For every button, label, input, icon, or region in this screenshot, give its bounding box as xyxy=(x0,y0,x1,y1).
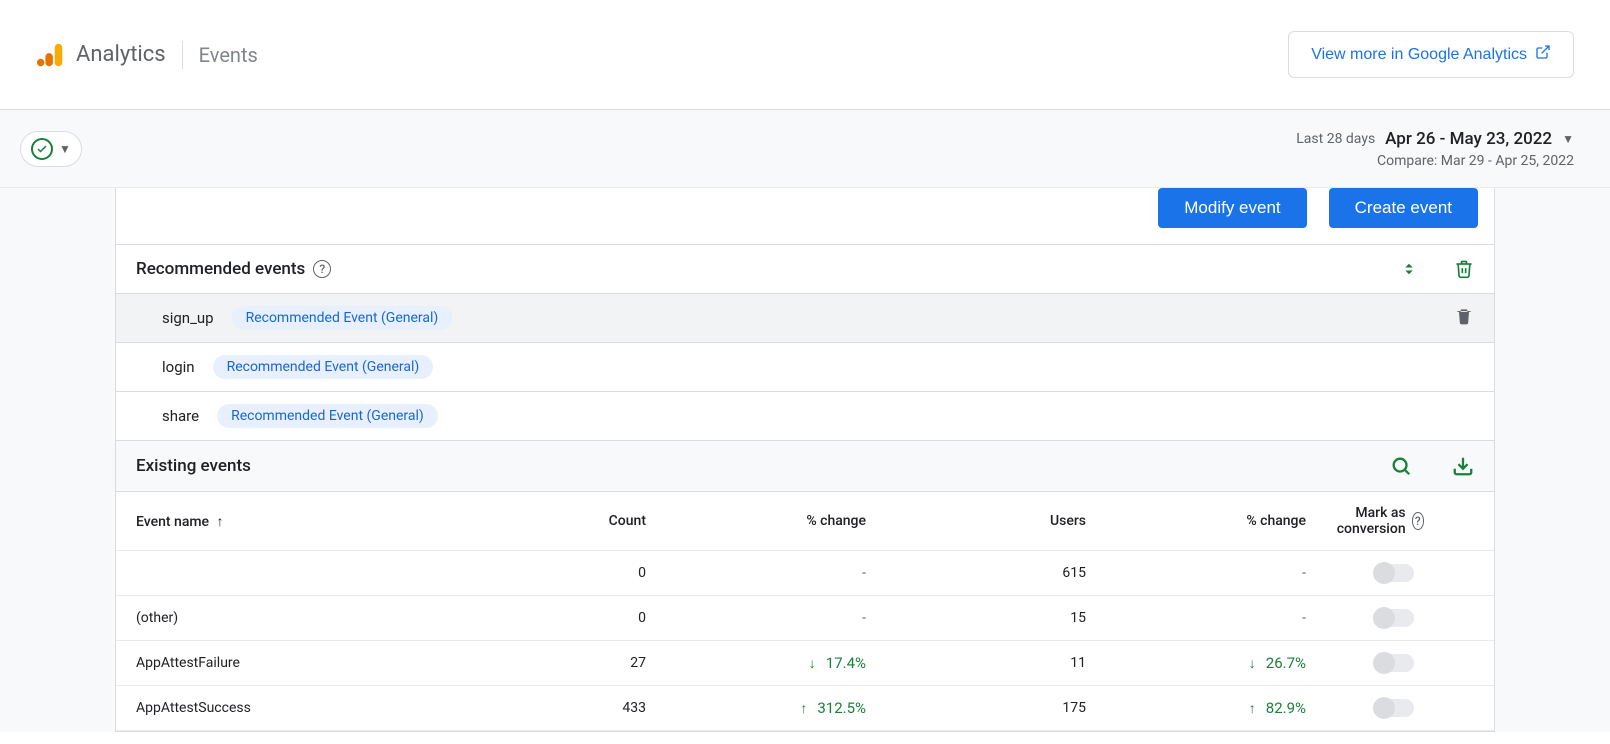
cell-conversion-toggle xyxy=(1326,564,1474,582)
cell-users: 15 xyxy=(886,610,1106,626)
cell-event-name: (other) xyxy=(136,610,546,626)
recommended-events-title: Recommended events xyxy=(136,259,305,279)
cell-users-change: - xyxy=(1106,610,1326,626)
arrow-up-icon xyxy=(800,700,807,717)
recommended-name: share xyxy=(162,407,199,425)
cell-users: 615 xyxy=(886,565,1106,581)
date-range-block[interactable]: Last 28 days Apr 26 - May 23, 2022 ▼ Com… xyxy=(1296,129,1590,169)
help-icon[interactable]: ? xyxy=(1412,512,1424,530)
existing-events-title: Existing events xyxy=(136,456,251,476)
arrow-down-icon xyxy=(1249,655,1256,672)
table-row[interactable]: 0-615- xyxy=(116,551,1494,596)
recommended-chip: Recommended Event (General) xyxy=(213,355,434,379)
col-header-conversion: Mark as conversion ? xyxy=(1326,505,1474,537)
analytics-logo-icon xyxy=(36,40,66,70)
table-header-row: Event name ↑ Count % change Users % chan… xyxy=(116,492,1494,551)
arrow-down-icon xyxy=(809,655,816,672)
cell-count: 0 xyxy=(546,565,666,581)
trash-icon[interactable] xyxy=(1454,259,1474,279)
view-more-label: View more in Google Analytics xyxy=(1311,46,1527,64)
pct-value: 82.9% xyxy=(1266,699,1306,717)
cell-users-change: 82.9% xyxy=(1106,699,1326,717)
col-header-name[interactable]: Event name ↑ xyxy=(136,513,546,530)
recommended-row-share[interactable]: share Recommended Event (General) xyxy=(116,392,1494,441)
brand-text: Analytics xyxy=(76,42,166,67)
date-range-value: Apr 26 - May 23, 2022 xyxy=(1385,129,1552,149)
recommended-chip: Recommended Event (General) xyxy=(217,404,438,428)
cell-count-change: 312.5% xyxy=(666,699,886,717)
header-divider xyxy=(182,41,183,69)
cell-conversion-toggle xyxy=(1326,609,1474,627)
header-left: Analytics Events xyxy=(36,40,258,70)
recommended-row-signup[interactable]: sign_up Recommended Event (General) xyxy=(116,294,1494,343)
pct-value: 26.7% xyxy=(1266,654,1306,672)
recommended-row-login[interactable]: login Recommended Event (General) xyxy=(116,343,1494,392)
date-range-label: Last 28 days xyxy=(1296,131,1375,147)
cell-count-change: - xyxy=(666,565,886,581)
col-header-uchange[interactable]: % change xyxy=(1106,513,1326,529)
cell-users-change: - xyxy=(1106,565,1326,581)
check-circle-icon xyxy=(31,138,53,160)
col-header-count[interactable]: Count xyxy=(546,513,666,529)
table-row[interactable]: AppAttestSuccess433 312.5% 175 82.9% xyxy=(116,686,1494,731)
table-row[interactable]: AppAttestFailure27 17.4% 11 26.7% xyxy=(116,641,1494,686)
help-icon[interactable]: ? xyxy=(313,260,331,278)
cell-event-name: AppAttestFailure xyxy=(136,655,546,671)
view-more-button[interactable]: View more in Google Analytics xyxy=(1288,31,1574,78)
cell-count: 433 xyxy=(546,700,666,716)
content-area: Modify event Create event Recommended ev… xyxy=(0,188,1610,732)
action-row: Modify event Create event xyxy=(116,188,1494,245)
recommended-chip: Recommended Event (General) xyxy=(232,306,453,330)
analytics-logo-group: Analytics xyxy=(36,40,166,70)
app-header: Analytics Events View more in Google Ana… xyxy=(0,0,1610,110)
chevron-down-icon: ▼ xyxy=(59,142,71,156)
cell-users: 11 xyxy=(886,655,1106,671)
events-panel: Modify event Create event Recommended ev… xyxy=(115,188,1495,732)
download-icon[interactable] xyxy=(1452,455,1474,477)
chevron-down-icon: ▼ xyxy=(1562,132,1574,146)
cell-count: 0 xyxy=(546,610,666,626)
date-compare-value: Compare: Mar 29 - Apr 25, 2022 xyxy=(1296,153,1574,169)
pct-value: 17.4% xyxy=(826,654,866,672)
cell-users-change: 26.7% xyxy=(1106,654,1326,672)
status-chip[interactable]: ▼ xyxy=(20,131,82,167)
existing-events-header: Existing events xyxy=(116,441,1494,492)
col-header-change[interactable]: % change xyxy=(666,513,886,529)
cell-event-name: AppAttestSuccess xyxy=(136,700,546,716)
trash-icon[interactable] xyxy=(1454,306,1474,330)
cell-users: 175 xyxy=(886,700,1106,716)
create-event-button[interactable]: Create event xyxy=(1329,188,1478,228)
pct-value: 312.5% xyxy=(817,699,866,717)
cell-count-change: 17.4% xyxy=(666,654,886,672)
cell-conversion-toggle xyxy=(1326,654,1474,672)
recommended-name: login xyxy=(162,358,195,376)
external-link-icon xyxy=(1535,44,1551,65)
recommended-name: sign_up xyxy=(162,309,214,327)
cell-conversion-toggle xyxy=(1326,699,1474,717)
modify-event-button[interactable]: Modify event xyxy=(1158,188,1306,228)
conversion-toggle[interactable] xyxy=(1374,654,1414,672)
table-row[interactable]: (other)0-15- xyxy=(116,596,1494,641)
cell-count-change: - xyxy=(666,610,886,626)
sort-toggle-icon[interactable] xyxy=(1400,260,1418,278)
recommended-events-header: Recommended events ? xyxy=(116,245,1494,294)
search-icon[interactable] xyxy=(1390,455,1412,477)
cell-count: 27 xyxy=(546,655,666,671)
arrow-up-icon xyxy=(1249,700,1256,717)
page-title: Events xyxy=(199,43,258,67)
conversion-toggle[interactable] xyxy=(1374,564,1414,582)
subheader-bar: ▼ Last 28 days Apr 26 - May 23, 2022 ▼ C… xyxy=(0,110,1610,188)
conversion-toggle[interactable] xyxy=(1374,609,1414,627)
conversion-toggle[interactable] xyxy=(1374,699,1414,717)
sort-asc-icon: ↑ xyxy=(217,514,224,530)
col-header-users[interactable]: Users xyxy=(886,513,1106,529)
